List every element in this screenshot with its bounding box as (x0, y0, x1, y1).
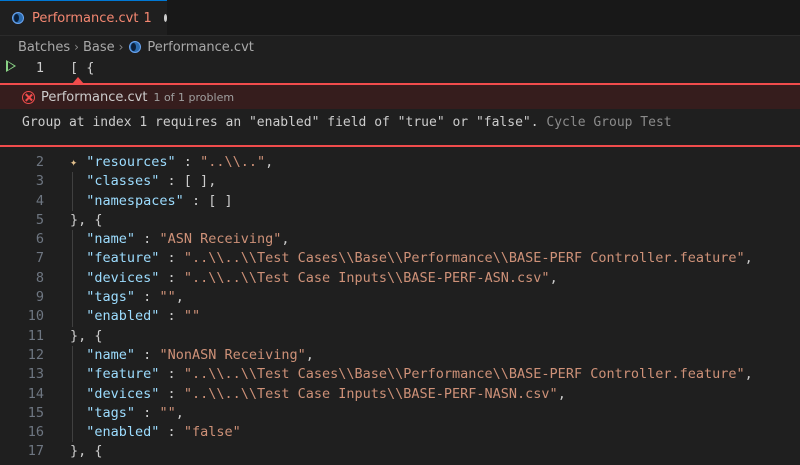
code-text[interactable]: "tags" : "", (70, 404, 184, 423)
run-icon[interactable] (6, 60, 16, 72)
unsaved-dot-icon[interactable] (163, 14, 167, 22)
code-line: 6 "name" : "ASN Receiving", (0, 230, 800, 250)
problem-file-name: Performance.cvt (41, 89, 148, 105)
line-number: 5 (35, 211, 44, 228)
line-number: 11 (27, 327, 44, 344)
code-line: 11 }, { (0, 327, 800, 346)
tab-title: Performance.cvt (32, 10, 139, 26)
code-text[interactable]: "namespaces" : [ ] (70, 192, 232, 211)
problem-peek-header: Performance.cvt 1 of 1 problem (0, 85, 800, 109)
cvt-file-icon (129, 41, 142, 53)
peek-arrow (72, 77, 84, 84)
code-text[interactable]: "name" : "NonASN Receiving", (70, 346, 314, 365)
code-line: 9 "tags" : "", (0, 288, 800, 308)
chevron-right-icon: › (118, 40, 124, 54)
line-number-1: 1 (35, 60, 44, 76)
code-text[interactable]: }, { (70, 327, 103, 346)
breadcrumb: Batches › Base › Performance.cvt (0, 36, 800, 58)
line-number: 13 (27, 366, 44, 383)
line-number: 2 (35, 154, 44, 170)
code-text[interactable]: "devices" : "..\\..\\Test Case Inputs\\B… (70, 269, 557, 288)
code-editor[interactable]: 2 ✦ "resources" : "..\\..", 3 "classes" : … (0, 153, 800, 462)
code-line: 13 "feature" : "..\\..\\Test Cases\\Base… (0, 365, 800, 385)
line-number: 15 (27, 404, 44, 421)
code-line: 8 "devices" : "..\\..\\Test Case Inputs\… (0, 268, 800, 289)
code-text[interactable]: "resources" : "..\\..", (70, 153, 273, 172)
code-text[interactable]: "tags" : "", (70, 288, 184, 307)
tab-performance-cvt[interactable]: Performance.cvt 1 (0, 0, 167, 35)
line-number: 6 (35, 231, 44, 248)
code-text[interactable]: "feature" : "..\\..\\Test Cases\\Base\\P… (70, 365, 753, 384)
line-number: 3 (35, 173, 44, 190)
line-number: 10 (27, 308, 44, 325)
problem-message: Group at index 1 requires an "enabled" f… (22, 115, 539, 130)
code-text[interactable]: }, { (70, 211, 103, 230)
line-number: 17 (27, 443, 44, 460)
code-text-1[interactable]: [ { (70, 58, 94, 78)
line-number: 8 (35, 269, 44, 286)
problem-source[interactable]: Cycle Group Test (546, 115, 671, 130)
code-line: 2 ✦ "resources" : "..\\..", (0, 153, 800, 172)
problem-count-text: 1 of 1 problem (153, 90, 235, 104)
breadcrumb-item-base[interactable]: Base (83, 40, 115, 55)
code-line: 7 "feature" : "..\\..\\Test Cases\\Base\… (0, 249, 800, 269)
code-text[interactable]: "feature" : "..\\..\\Test Cases\\Base\\P… (70, 249, 753, 268)
breadcrumb-item-batches[interactable]: Batches (18, 40, 70, 55)
line-number: 9 (35, 289, 44, 306)
line-number: 16 (27, 424, 44, 441)
code-line: 16 "enabled" : "false" (0, 423, 800, 443)
breadcrumb-item-file[interactable]: Performance.cvt (147, 40, 253, 55)
chevron-right-icon: › (74, 40, 79, 54)
tab-bar: Performance.cvt 1 (0, 0, 800, 36)
code-text[interactable]: "devices" : "..\\..\\Test Case Inputs\\B… (70, 385, 566, 404)
code-line: 17 }, { (0, 442, 800, 461)
problem-peek-widget: Performance.cvt 1 of 1 problem Group at … (0, 77, 800, 147)
line-number: 14 (27, 385, 44, 402)
code-text[interactable]: "enabled" : "" (70, 307, 200, 326)
code-text[interactable]: "name" : "ASN Receiving", (70, 230, 289, 249)
code-text[interactable]: "enabled" : "false" (70, 423, 240, 442)
code-line: 4 "namespaces" : [ ] (0, 191, 800, 211)
code-text[interactable]: }, { (70, 442, 103, 461)
line-number: 4 (35, 192, 44, 209)
code-line: 14 "devices" : "..\\..\\Test Case Inputs… (0, 384, 800, 404)
problem-message-row: Group at index 1 requires an "enabled" f… (22, 115, 672, 130)
code-line: 15 "tags" : "", (0, 403, 800, 424)
line-number: 12 (27, 346, 44, 363)
code-text[interactable]: "classes" : [ ], (70, 172, 216, 191)
cvt-file-icon (12, 12, 24, 24)
code-line: 12 "name" : "NonASN Receiving", (0, 345, 800, 366)
error-circle-icon (22, 90, 35, 104)
code-line: 3 "classes" : [ ], (0, 172, 800, 192)
code-line: 10 "enabled" : "" (0, 307, 800, 327)
line-number: 7 (35, 250, 44, 267)
tab-problem-count: 1 (143, 10, 152, 26)
code-line-1: 1 [ { (0, 58, 800, 78)
code-line: 5 }, { (0, 211, 800, 230)
